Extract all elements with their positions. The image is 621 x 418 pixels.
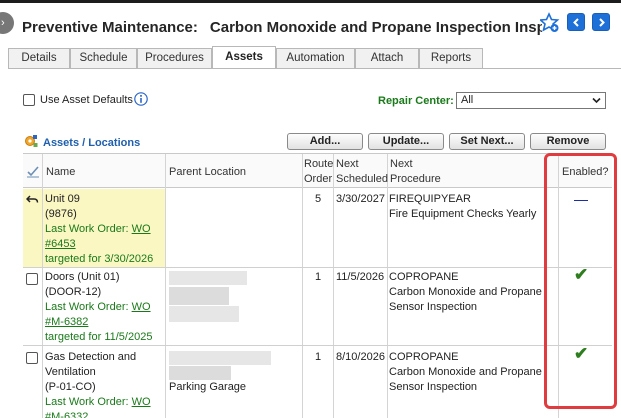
repair-center-select[interactable]: All <box>456 92 606 109</box>
page-title-text: Carbon Monoxide and Propane Inspection I… <box>209 19 542 36</box>
row1-work-order-link-number[interactable]: #6453 <box>45 237 76 252</box>
row2-procedure-desc-1: Carbon Monoxide and Propane <box>389 286 542 298</box>
row3-work-order-link-number[interactable]: #M-6332 <box>45 410 88 418</box>
add-button[interactable]: Add... <box>287 133 363 150</box>
row1-work-order-link[interactable]: WO <box>132 223 151 235</box>
header-route-order-line2[interactable]: Order <box>304 172 332 186</box>
header-next-scheduled-line1[interactable]: Next <box>336 157 359 171</box>
row2-name: Doors (Unit 01) <box>45 271 120 283</box>
tab-reports[interactable]: Reports <box>419 48 483 69</box>
row1-work-order: Last Work Order: WO <box>45 222 151 237</box>
use-asset-defaults-checkbox[interactable] <box>23 94 35 106</box>
column-divider <box>333 154 334 418</box>
next-record-button[interactable] <box>592 13 610 31</box>
row3-work-order-prefix: Last Work Order: <box>45 396 129 408</box>
back-arrow-icon: › <box>1 17 5 29</box>
row2-enabled-check-icon[interactable]: ✔ <box>574 265 588 285</box>
repair-center-label: Repair Center: <box>378 95 454 107</box>
column-divider <box>387 154 388 418</box>
row3-parent-location: Parking Garage <box>169 381 247 393</box>
header-name[interactable]: Name <box>46 165 75 179</box>
row1-enabled-indeterminate[interactable] <box>574 200 588 201</box>
tab-details[interactable]: Details <box>8 48 70 69</box>
header-next-procedure-line2[interactable]: Procedure <box>390 172 441 186</box>
row1-name: Unit 09 <box>45 193 80 205</box>
tab-attach[interactable]: Attach <box>355 48 419 69</box>
row2-work-order-prefix: Last Work Order: <box>45 301 129 313</box>
back-button[interactable]: › <box>0 12 14 34</box>
column-divider <box>42 154 43 418</box>
assets-grid: Name Parent Location Route Order Next Sc… <box>23 153 612 418</box>
row2-work-order-link[interactable]: WO <box>132 301 151 313</box>
row3-enabled-check-icon[interactable]: ✔ <box>574 344 588 364</box>
header-enabled[interactable]: Enabled? <box>562 165 609 179</box>
assets-locations-title: Assets / Locations <box>43 137 141 149</box>
row2-procedure-desc-2: Sensor Inspection <box>389 301 478 313</box>
row2-work-order: Last Work Order: WO <box>45 300 151 315</box>
row2-code: (DOOR-12) <box>45 286 102 298</box>
row3-work-order: Last Work Order: WO <box>45 395 151 410</box>
row1-procedure-desc: Fire Equipment Checks Yearly <box>389 208 537 220</box>
row3-name-line2: Ventilation <box>45 366 96 378</box>
redacted-parent-location <box>169 366 231 380</box>
header-route-order-line1[interactable]: Route <box>304 157 333 171</box>
row3-code: (P-01-CO) <box>45 381 96 393</box>
tab-underline <box>8 68 621 69</box>
favorite-star-icon[interactable] <box>538 12 560 34</box>
header-next-procedure-line1[interactable]: Next <box>390 157 413 171</box>
row3-procedure-desc-2: Sensor Inspection <box>389 381 478 393</box>
column-divider <box>302 154 303 418</box>
select-all-check-icon[interactable] <box>26 164 40 182</box>
tab-automation[interactable]: Automation <box>276 48 355 69</box>
tab-bar: Details Schedule Procedures Assets Autom… <box>8 46 621 69</box>
row1-work-order-prefix: Last Work Order: <box>45 223 129 235</box>
row2-procedure-code: COPROPANE <box>389 271 459 283</box>
row2-work-order-link-number[interactable]: #M-6382 <box>45 315 88 330</box>
row1-procedure-code: FIREQUIPYEAR <box>389 193 471 205</box>
tab-assets[interactable]: Assets <box>212 46 276 69</box>
tab-schedule[interactable]: Schedule <box>70 48 137 69</box>
row-divider <box>23 345 612 346</box>
row3-name-line1: Gas Detection and <box>45 351 137 363</box>
tab-procedures[interactable]: Procedures <box>137 48 212 69</box>
header-next-scheduled-line2[interactable]: Scheduled <box>336 172 388 186</box>
info-icon[interactable] <box>134 92 148 106</box>
row2-route-order: 1 <box>315 271 322 283</box>
page-title-prefix: Preventive Maintenance: <box>22 19 198 36</box>
row3-next-scheduled: 8/10/2026 <box>336 351 385 363</box>
row-divider <box>23 267 612 268</box>
redacted-parent-location <box>169 287 229 305</box>
redacted-parent-location <box>169 271 247 285</box>
row2-targeted: targeted for 11/5/2025 <box>45 331 153 343</box>
page-title: Preventive Maintenance: Carbon Monoxide a… <box>22 19 542 39</box>
chevron-right-icon <box>599 18 605 27</box>
update-button[interactable]: Update... <box>368 133 444 150</box>
row1-targeted: targeted for 3/30/2026 <box>45 253 154 265</box>
chevron-left-icon <box>573 18 579 27</box>
column-divider <box>558 154 559 418</box>
set-next-button[interactable]: Set Next... <box>449 133 525 150</box>
previous-record-button[interactable] <box>567 13 585 31</box>
row3-procedure-desc-1: Carbon Monoxide and Propane <box>389 366 542 378</box>
row2-select-checkbox[interactable] <box>26 273 38 285</box>
remove-button[interactable]: Remove <box>530 133 606 150</box>
redacted-parent-location <box>169 306 239 322</box>
repair-center-value: All <box>461 94 474 106</box>
row3-work-order-link[interactable]: WO <box>132 396 151 408</box>
header-parent-location[interactable]: Parent Location <box>169 165 246 179</box>
row1-next-scheduled: 3/30/2027 <box>336 193 385 205</box>
assets-locations-icon <box>24 134 38 148</box>
row3-procedure-code: COPROPANE <box>389 351 459 363</box>
redacted-parent-location <box>169 351 271 365</box>
row1-route-order: 5 <box>315 193 322 205</box>
row3-route-order: 1 <box>315 351 322 363</box>
row3-select-checkbox[interactable] <box>26 352 38 364</box>
row1-code: (9876) <box>45 208 77 220</box>
use-asset-defaults-label: Use Asset Defaults <box>40 94 133 106</box>
row2-next-scheduled: 11/5/2026 <box>336 271 385 283</box>
window-top-strip <box>0 0 621 3</box>
column-divider <box>165 154 166 418</box>
chevron-down-icon <box>592 97 601 104</box>
undo-edit-icon[interactable] <box>25 194 39 210</box>
